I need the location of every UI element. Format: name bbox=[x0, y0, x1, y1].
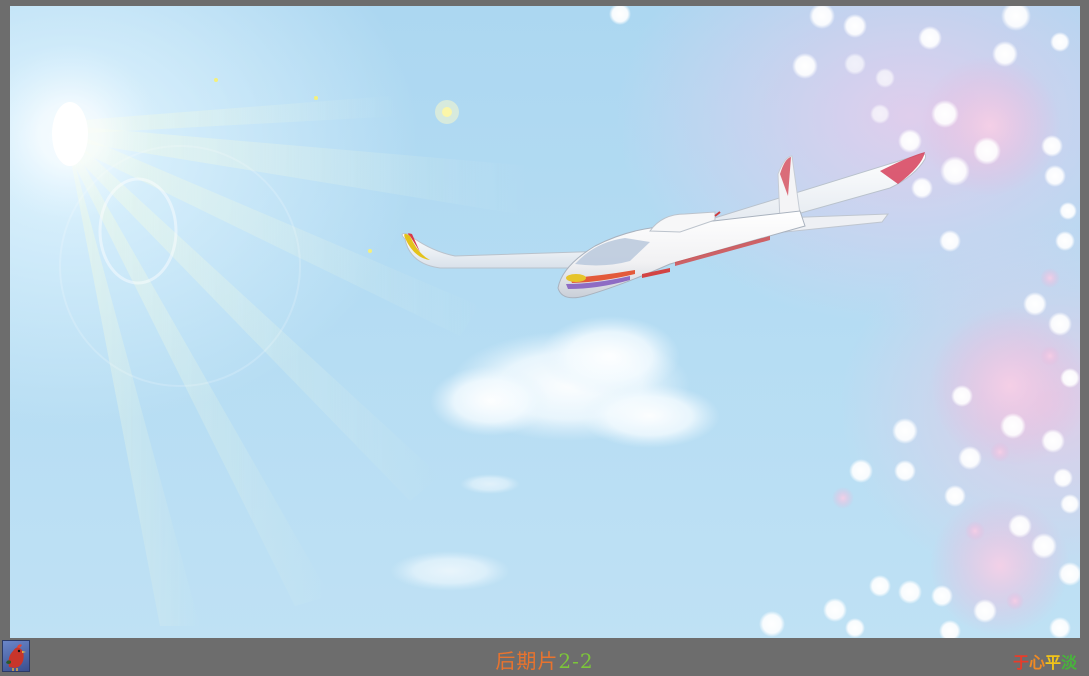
signature-char-3: 平 bbox=[1044, 653, 1061, 672]
caption-main: 后期片 bbox=[495, 649, 559, 673]
signature-char-4: 淡 bbox=[1060, 653, 1077, 672]
author-signature: 于心平淡 bbox=[1013, 649, 1077, 673]
signature-char-1: 于 bbox=[1012, 653, 1029, 672]
picture-frame: 后期片2-2 于心平淡 bbox=[0, 0, 1089, 676]
photo-sky-glider bbox=[10, 6, 1080, 638]
cloud bbox=[390, 316, 720, 591]
photo-artwork bbox=[10, 6, 1080, 638]
bokeh-lights bbox=[609, 6, 1080, 638]
signature-char-2: 心 bbox=[1028, 653, 1045, 672]
caption-number: 2-2 bbox=[558, 649, 594, 673]
caption-title: 后期片2-2 bbox=[0, 645, 1089, 674]
caption-bar: 后期片2-2 于心平淡 bbox=[0, 638, 1089, 676]
